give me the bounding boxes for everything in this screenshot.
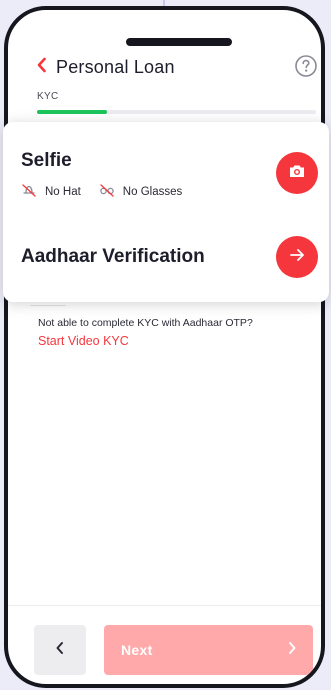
aadhaar-verification-button[interactable]: [276, 236, 318, 278]
tip-no-glasses: No Glasses: [99, 183, 182, 200]
phone-notch: [126, 38, 232, 46]
progress-step-label: KYC: [37, 91, 59, 102]
kyc-options-card: Selfie No Hat No Glasses Aadhaar Verific…: [3, 122, 329, 302]
next-button-label: Next: [121, 642, 153, 658]
tip-label: No Hat: [45, 185, 81, 198]
chevron-left-icon: [36, 57, 48, 78]
tip-label: No Glasses: [122, 185, 183, 198]
aadhaar-verification-title: Aadhaar Verification: [21, 246, 205, 267]
take-selfie-button[interactable]: [276, 152, 318, 194]
next-button[interactable]: Next: [104, 625, 313, 675]
no-glasses-icon: [99, 183, 123, 200]
start-video-kyc-link[interactable]: Start Video KYC: [38, 334, 129, 348]
video-kyc-note: Not able to complete KYC with Aadhaar OT…: [38, 317, 253, 329]
no-hat-icon: [21, 183, 45, 200]
chevron-right-icon: [287, 641, 297, 660]
tip-no-hat: No Hat: [21, 183, 81, 200]
footer-divider: [8, 605, 321, 606]
progress-bar-fill: [37, 110, 107, 114]
arrow-right-icon: [289, 248, 305, 267]
app-header: Personal Loan: [36, 54, 175, 80]
selfie-tips: No Hat No Glasses: [21, 183, 200, 200]
help-button[interactable]: [294, 54, 318, 78]
phone-frame: Personal Loan KYC Not able to complete K…: [4, 6, 325, 688]
divider: [30, 305, 66, 306]
camera-icon: [288, 163, 306, 184]
previous-button[interactable]: [34, 625, 86, 675]
page-title: Personal Loan: [56, 56, 175, 77]
progress-bar: [37, 110, 316, 114]
chevron-left-icon: [55, 641, 65, 660]
back-button[interactable]: [36, 57, 50, 78]
selfie-title: Selfie: [21, 150, 72, 171]
question-circle-icon: [294, 55, 318, 82]
